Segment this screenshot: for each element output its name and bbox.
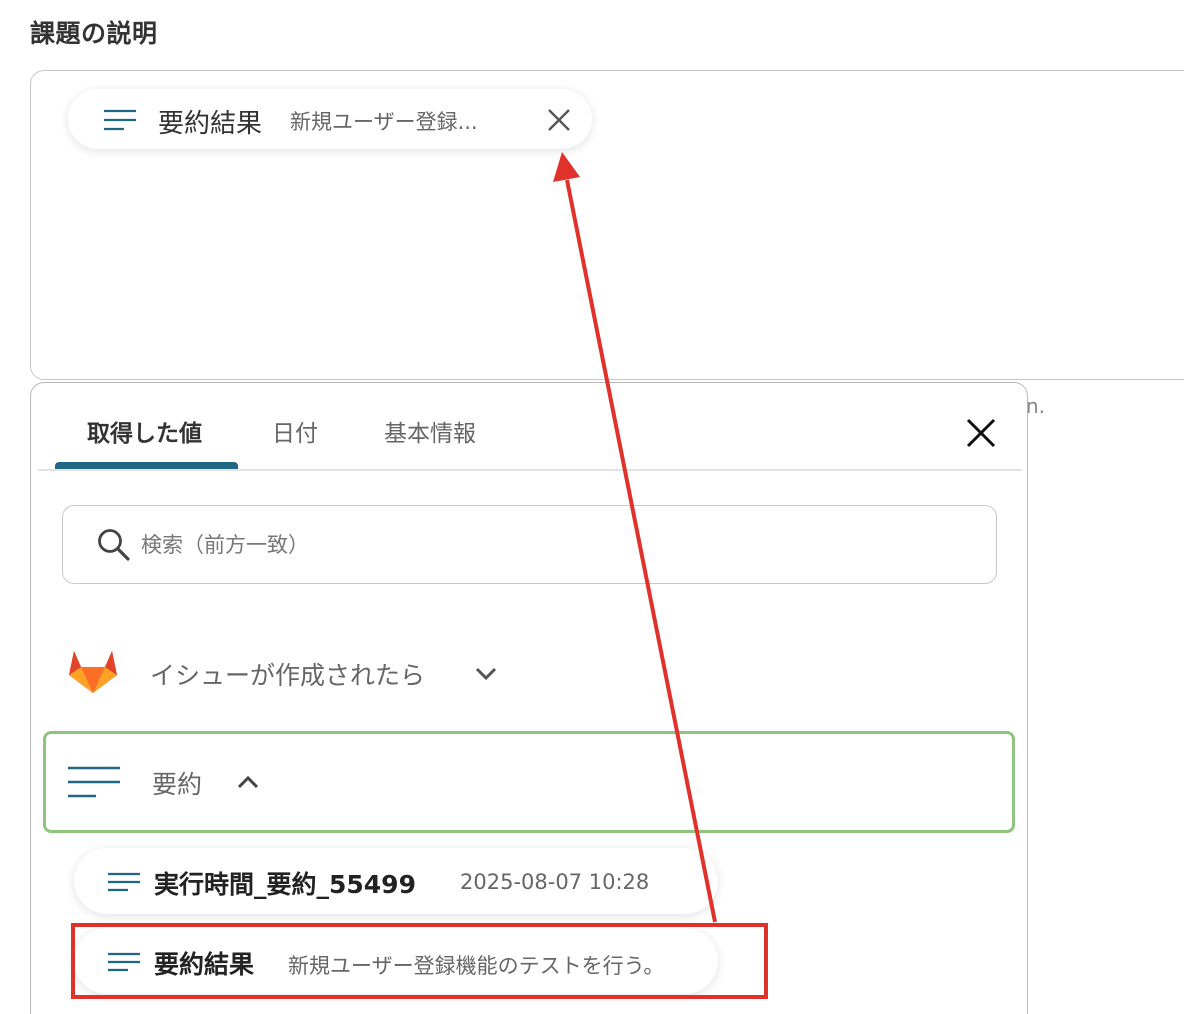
search-icon bbox=[98, 529, 130, 561]
page: 課題の説明 要約結果 新規ユーザー登録... n. 取得した値 日付 基本情報 bbox=[0, 0, 1184, 1014]
chevron-down-icon bbox=[475, 667, 497, 681]
lines-icon bbox=[68, 766, 120, 798]
group-issue-created[interactable]: イシューが作成されたら bbox=[62, 640, 522, 710]
chip-label: 要約結果 bbox=[158, 109, 263, 139]
chevron-up-icon bbox=[237, 775, 259, 789]
list-item-execution-time[interactable]: 実行時間_要約_55499 2025-08-07 10:28 bbox=[74, 848, 718, 914]
lines-icon bbox=[108, 872, 140, 892]
lines-icon bbox=[108, 952, 140, 972]
field-label: 課題の説明 bbox=[30, 19, 158, 48]
selected-value-chip[interactable]: 要約結果 新規ユーザー登録... bbox=[68, 89, 592, 149]
list-item-summary-result[interactable]: 要約結果 新規ユーザー登録機能のテストを行う。 bbox=[74, 928, 718, 994]
hidden-helper-text: n. bbox=[1026, 394, 1046, 418]
tab-basic-info[interactable]: 基本情報 bbox=[384, 414, 476, 448]
search-box bbox=[62, 505, 997, 584]
search-input[interactable] bbox=[139, 524, 963, 566]
panel-close-icon[interactable] bbox=[964, 416, 998, 450]
lines-icon bbox=[104, 109, 136, 131]
tab-divider bbox=[38, 469, 1022, 471]
gitlab-icon bbox=[69, 651, 117, 693]
item-value: 2025-08-07 10:28 bbox=[460, 870, 650, 894]
group-summary[interactable]: 要約 bbox=[43, 731, 1015, 833]
close-icon[interactable] bbox=[546, 107, 572, 133]
group-label: 要約 bbox=[152, 770, 203, 799]
item-label: 実行時間_要約_55499 bbox=[154, 870, 416, 899]
group-label: イシューが作成されたら bbox=[150, 661, 426, 690]
chip-value: 新規ユーザー登録... bbox=[290, 110, 478, 134]
tab-acquired-values[interactable]: 取得した値 bbox=[87, 414, 202, 448]
item-value: 新規ユーザー登録機能のテストを行う。 bbox=[288, 954, 665, 978]
tab-date[interactable]: 日付 bbox=[272, 414, 318, 448]
item-label: 要約結果 bbox=[154, 950, 255, 979]
